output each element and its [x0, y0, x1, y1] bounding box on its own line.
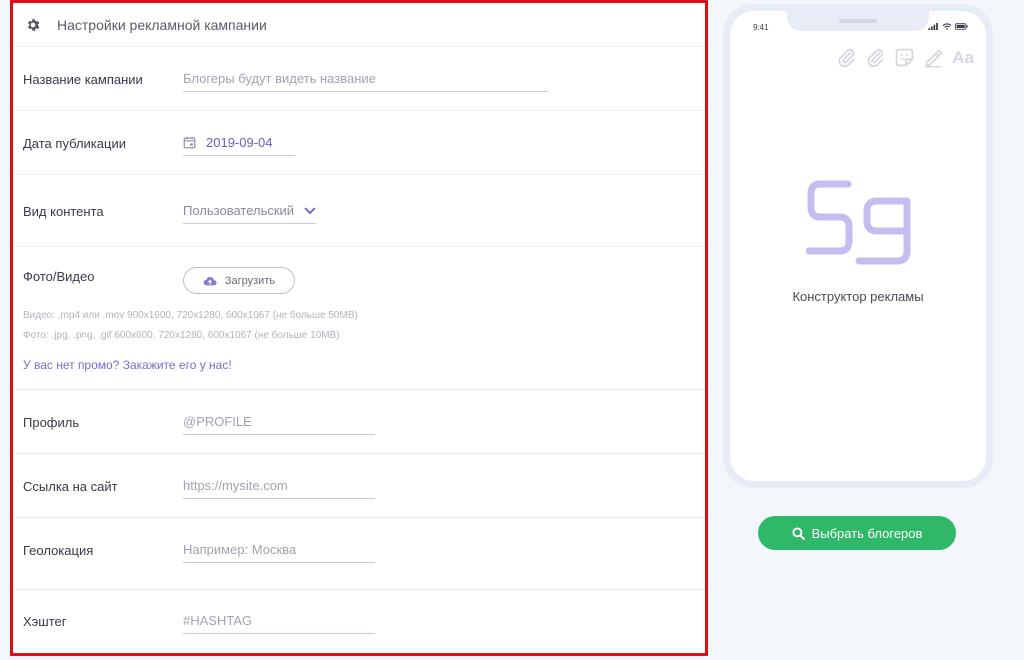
campaign-name-field [183, 71, 549, 92]
order-promo-link[interactable]: У вас нет промо? Закажите его у нас! [23, 358, 232, 372]
paperclip-icon[interactable] [836, 47, 857, 68]
gear-icon [27, 18, 40, 31]
content-type-label: Вид контента [23, 204, 104, 219]
phone-screen: 9:41 Aa Конструктор рекламы [730, 11, 986, 481]
chevron-down-icon [304, 207, 316, 214]
story-tools: Aa [836, 47, 974, 68]
search-icon [792, 526, 805, 540]
pen-icon[interactable] [923, 47, 944, 68]
publish-date-field[interactable]: 2019-09-04 [183, 135, 295, 156]
profile-input[interactable] [183, 414, 375, 429]
site-link-row: Ссылка на сайт [13, 454, 705, 518]
site-link-field [183, 478, 375, 499]
paperclip-icon[interactable] [865, 47, 886, 68]
video-format-hint: Видео: .mp4 или .mov 900x1600, 720x1280,… [23, 310, 358, 321]
upload-button[interactable]: Загрузить [183, 267, 295, 294]
hashtag-label: Хэштег [23, 614, 67, 629]
publish-date-row: Дата публикации 2019-09-04 [13, 111, 705, 175]
battery-icon [955, 23, 968, 30]
campaign-name-row: Название кампании [13, 47, 705, 111]
publish-date-value: 2019-09-04 [206, 135, 273, 150]
profile-row: Профиль [13, 390, 705, 454]
sticker-icon[interactable] [894, 47, 915, 68]
status-bar-icons [928, 23, 968, 30]
text-tool-icon[interactable]: Aa [952, 47, 974, 68]
select-bloggers-label: Выбрать блогеров [811, 525, 923, 541]
profile-label: Профиль [23, 415, 80, 430]
hashtag-row: Хэштег [13, 590, 705, 656]
site-link-input[interactable] [183, 478, 375, 493]
profile-field [183, 414, 375, 435]
upload-button-label: Загрузить [224, 274, 276, 287]
signal-icon [928, 23, 938, 30]
geolocation-row: Геолокация [13, 518, 705, 590]
wifi-icon [942, 23, 952, 30]
publish-date-label: Дата публикации [23, 136, 126, 151]
campaign-settings-panel: Настройки рекламной кампании Название ка… [10, 0, 708, 656]
campaign-name-input[interactable] [183, 71, 549, 86]
hashtag-input[interactable] [183, 613, 375, 628]
panel-title: Настройки рекламной кампании [57, 16, 267, 33]
brand-logo-icon [806, 180, 911, 265]
constructor-caption: Конструктор рекламы [792, 289, 924, 304]
geolocation-field [183, 542, 375, 563]
campaign-name-label: Название кампании [23, 72, 143, 87]
site-link-label: Ссылка на сайт [23, 479, 118, 494]
phone-preview: 9:41 Aa Конструктор рекламы [723, 4, 993, 488]
hashtag-field [183, 613, 375, 634]
geolocation-label: Геолокация [23, 543, 94, 558]
content-type-row: Вид контента Пользовательский [13, 175, 705, 247]
media-label: Фото/Видео [23, 269, 95, 284]
content-type-select[interactable]: Пользовательский [183, 203, 316, 224]
select-bloggers-button[interactable]: Выбрать блогеров [758, 516, 956, 550]
phone-time: 9:41 [753, 23, 769, 32]
calendar-icon [183, 136, 196, 149]
cloud-upload-icon [203, 276, 217, 285]
panel-header: Настройки рекламной кампании [13, 3, 705, 47]
geolocation-input[interactable] [183, 542, 375, 557]
media-row: Фото/Видео Загрузить Видео: .mp4 или .mo… [13, 247, 705, 390]
content-type-value: Пользовательский [183, 203, 295, 218]
photo-format-hint: Фото: .jpg, .png, .gif 600x600, 720x1280… [23, 330, 340, 341]
phone-notch [787, 11, 929, 31]
